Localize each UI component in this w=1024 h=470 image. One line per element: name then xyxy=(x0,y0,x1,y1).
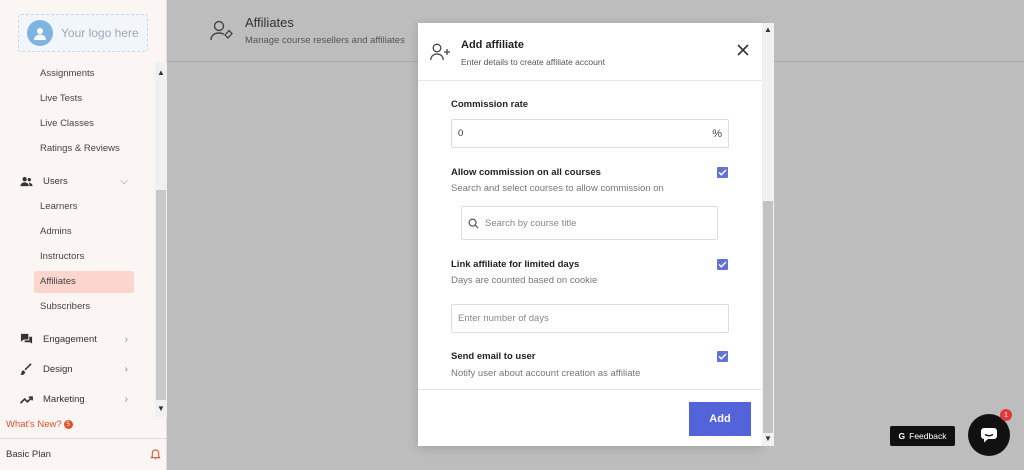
sidebar-scroll-thumb[interactable] xyxy=(156,190,166,400)
sidebar-item-users[interactable]: Users ⌵ xyxy=(20,175,132,188)
modal-header: Add affiliate Enter details to create af… xyxy=(418,23,762,81)
trending-up-icon xyxy=(20,396,33,404)
whats-new-link[interactable]: What's New? 5 xyxy=(6,419,73,430)
feedback-logo-icon: G xyxy=(898,431,906,441)
sidebar-item-affiliates[interactable]: Affiliates xyxy=(34,271,134,293)
commission-rate-label: Commission rate xyxy=(451,99,529,110)
checkmark-icon xyxy=(718,169,727,176)
sidebar-item-live-classes[interactable]: Live Classes xyxy=(40,118,94,129)
plan-label: Basic Plan xyxy=(6,449,51,460)
days-placeholder: Enter number of days xyxy=(458,313,549,324)
chevron-right-icon: › xyxy=(124,364,128,375)
affiliate-user-icon xyxy=(210,20,233,41)
brush-icon xyxy=(20,363,32,375)
sidebar-nav: Assignments Live Tests Live Classes Rati… xyxy=(0,62,155,417)
scroll-up-icon[interactable]: ▲ xyxy=(764,25,772,34)
chevron-right-icon: › xyxy=(124,394,128,405)
course-search-input[interactable]: Search by course title xyxy=(461,206,718,240)
allow-all-courses-label: Allow commission on all courses xyxy=(451,167,601,178)
add-button[interactable]: Add xyxy=(689,402,751,436)
sidebar-item-instructors[interactable]: Instructors xyxy=(40,251,84,262)
sidebar-item-ratings-reviews[interactable]: Ratings & Reviews xyxy=(40,143,120,154)
sidebar-item-design[interactable]: Design › xyxy=(20,363,132,376)
bell-icon[interactable] xyxy=(150,449,161,460)
course-search-placeholder: Search by course title xyxy=(485,217,577,229)
allow-all-courses-checkbox[interactable] xyxy=(717,167,728,178)
scroll-down-icon[interactable]: ▼ xyxy=(157,404,165,413)
add-affiliate-modal: Add affiliate Enter details to create af… xyxy=(418,23,762,446)
modal-scroll-thumb[interactable] xyxy=(763,201,773,433)
limited-days-help: Days are counted based on cookie xyxy=(451,275,598,286)
scroll-up-icon[interactable]: ▲ xyxy=(157,68,165,77)
sidebar-item-label: Engagement xyxy=(43,334,97,345)
plan-bar: Basic Plan xyxy=(0,438,167,470)
checkmark-icon xyxy=(718,261,727,268)
whats-new-badge: 5 xyxy=(63,420,73,429)
whats-new-label: What's New? xyxy=(6,419,62,430)
sidebar-scrollbar[interactable]: ▲ ▼ xyxy=(155,62,167,417)
percent-unit: % xyxy=(712,127,722,140)
close-icon[interactable] xyxy=(736,43,750,57)
checkmark-icon xyxy=(718,353,727,360)
limited-days-label: Link affiliate for limited days xyxy=(451,259,580,270)
sidebar-item-marketing[interactable]: Marketing › xyxy=(20,393,132,406)
scroll-down-icon[interactable]: ▼ xyxy=(764,434,772,443)
chat-unread-badge: 1 xyxy=(1000,409,1012,421)
allow-all-courses-help: Search and select courses to allow commi… xyxy=(451,183,664,194)
page-title: Affiliates xyxy=(245,15,294,30)
send-email-checkbox[interactable] xyxy=(717,351,728,362)
modal-subtitle: Enter details to create affiliate accoun… xyxy=(461,57,605,67)
sidebar-item-label: Users xyxy=(43,176,68,187)
sidebar-item-live-tests[interactable]: Live Tests xyxy=(40,93,82,104)
sidebar-item-assignments[interactable]: Assignments xyxy=(40,68,94,79)
chat-icon xyxy=(981,428,997,443)
sidebar-item-learners[interactable]: Learners xyxy=(40,201,78,212)
feedback-button[interactable]: G Feedback xyxy=(890,426,955,446)
page-subtitle: Manage course resellers and affiliates xyxy=(245,35,405,46)
sidebar-item-label: Marketing xyxy=(43,394,85,405)
search-icon xyxy=(468,218,479,229)
logo-placeholder[interactable]: Your logo here xyxy=(18,14,148,52)
add-user-icon xyxy=(430,43,450,61)
chevron-right-icon: › xyxy=(124,334,128,345)
logo-text: Your logo here xyxy=(61,26,139,40)
users-icon xyxy=(20,177,33,187)
sidebar-item-engagement[interactable]: Engagement › xyxy=(20,333,132,346)
feedback-label: Feedback xyxy=(909,431,947,441)
sidebar-item-label: Design xyxy=(43,364,73,375)
modal-title: Add affiliate xyxy=(461,39,524,51)
send-email-label: Send email to user xyxy=(451,351,536,362)
chat-bubbles-icon xyxy=(20,333,33,344)
user-avatar-icon xyxy=(27,20,53,46)
sidebar-item-subscribers[interactable]: Subscribers xyxy=(40,301,90,312)
chevron-down-icon: ⌵ xyxy=(120,176,128,187)
send-email-help: Notify user about account creation as af… xyxy=(451,368,641,379)
modal-footer: Add xyxy=(418,389,762,446)
modal-scrollbar[interactable]: ▲ ▼ xyxy=(762,23,774,446)
sidebar: Your logo here Assignments Live Tests Li… xyxy=(0,0,167,470)
commission-rate-value: 0 xyxy=(458,128,464,139)
commission-rate-input[interactable]: 0 % xyxy=(451,119,729,148)
days-input[interactable]: Enter number of days xyxy=(451,304,729,333)
limited-days-checkbox[interactable] xyxy=(717,259,728,270)
sidebar-item-admins[interactable]: Admins xyxy=(40,226,72,237)
